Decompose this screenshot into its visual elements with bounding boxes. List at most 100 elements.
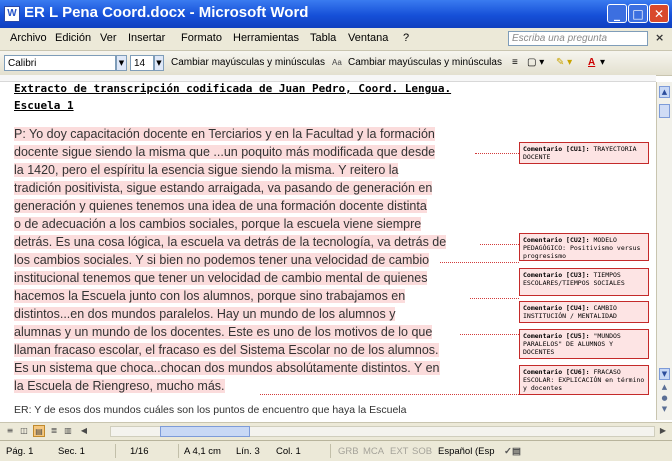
view-bar: ≡ ◫ ▤ ≣ ▥ ◀ ▶: [0, 422, 672, 440]
menu-formato[interactable]: Formato: [181, 32, 222, 44]
comment-leader: [480, 244, 519, 245]
menu-insertar[interactable]: Insertar: [128, 32, 165, 44]
chevron-down-icon[interactable]: ▼: [154, 55, 164, 71]
menu-herramientas[interactable]: Herramientas: [233, 32, 299, 44]
comment-balloon[interactable]: Comentario [CU6]: FRACASO ESCOLAR: EXPLI…: [519, 365, 649, 395]
web-view-icon[interactable]: ◫: [18, 425, 30, 437]
comment-balloon[interactable]: Comentario [CU1]: TRAYECTORIA DOCENTE: [519, 142, 649, 164]
status-position: A 4,1 cm: [184, 446, 221, 457]
status-page: Pág. 1: [6, 446, 34, 457]
status-ext[interactable]: EXT: [390, 446, 408, 457]
status-section: Sec. 1: [58, 446, 85, 457]
menu-tabla[interactable]: Tabla: [310, 32, 336, 44]
status-pages: 1/16: [130, 446, 149, 457]
next-page-icon[interactable]: ▼: [659, 405, 670, 415]
change-case-button-2[interactable]: Cambiar mayúsculas y minúsculas: [348, 57, 502, 68]
status-line: Lín. 3: [236, 446, 260, 457]
minimize-button[interactable]: _: [607, 4, 627, 23]
paragraph-line: llaman fracaso escolar, el fracaso es de…: [14, 343, 439, 357]
comment-label: Comentario [CU5]:: [523, 332, 590, 340]
status-divider: [330, 444, 331, 458]
horizontal-scroll-thumb[interactable]: [160, 426, 250, 437]
comment-label: Comentario [CU6]:: [523, 368, 590, 376]
title-bar: W ER L Pena Coord.docx - Microsoft Word …: [0, 0, 672, 28]
paragraph-line: alumnas y un mundo de los docentes. Este…: [14, 325, 433, 339]
comment-leader: [475, 153, 519, 154]
previous-page-icon[interactable]: ▲: [659, 383, 670, 393]
window-title: ER L Pena Coord.docx - Microsoft Word: [24, 4, 309, 21]
paragraph-line: los cambios sociales. Y si bien no podem…: [14, 253, 430, 267]
change-case-button[interactable]: Cambiar mayúsculas y minúsculas: [171, 57, 325, 68]
font-color-icon[interactable]: A: [588, 57, 595, 68]
paragraph-line: docente sigue siendo la misma que ...un …: [14, 145, 436, 159]
paragraph-line: tradición positivista, sigue estando arr…: [14, 181, 433, 195]
formatting-toolbar: Calibri ▼ 14 ▼ Cambiar mayúsculas y minú…: [0, 51, 672, 76]
normal-view-icon[interactable]: ≡: [4, 425, 16, 437]
border-icon[interactable]: ▢ ▾: [527, 57, 544, 68]
comment-leader: [460, 334, 519, 335]
scroll-left-icon[interactable]: ◀: [78, 425, 90, 437]
status-language[interactable]: Español (Esp: [438, 446, 495, 457]
comment-label: Comentario [CU2]:: [523, 236, 590, 244]
status-sob[interactable]: SOB: [412, 446, 432, 457]
maximize-button[interactable]: □: [628, 4, 648, 23]
status-divider: [115, 444, 116, 458]
comment-balloon[interactable]: Comentario [CU4]: CAMBIO INSTITUCIÓN / M…: [519, 301, 649, 323]
menu-archivo[interactable]: Archivo: [10, 32, 47, 44]
comment-label: Comentario [CU4]:: [523, 304, 590, 312]
ruler: [0, 75, 656, 82]
comment-balloon[interactable]: Comentario [CU2]: MODELO PEDAGÓGICO: Pos…: [519, 233, 649, 261]
status-divider: [178, 444, 179, 458]
chevron-down-icon[interactable]: ▼: [116, 55, 127, 71]
scroll-thumb[interactable]: [659, 104, 670, 118]
comment-leader: [470, 298, 519, 299]
font-name-select[interactable]: Calibri: [4, 55, 116, 71]
comment-leader: [440, 262, 519, 263]
word-document-icon[interactable]: W: [4, 6, 20, 22]
close-button[interactable]: ✕: [649, 4, 669, 23]
browse-object-icon[interactable]: ●: [659, 394, 670, 404]
paragraph-line: institucional tenemos que tener un veloc…: [14, 271, 428, 285]
comment-label: Comentario [CU1]:: [523, 145, 590, 153]
status-grb[interactable]: GRB: [338, 446, 359, 457]
spelling-check-icon[interactable]: ✓▤: [504, 446, 521, 457]
comment-balloon[interactable]: Comentario [CU3]: TIEMPOS ESCOLARES/TIEM…: [519, 268, 649, 296]
comment-balloon[interactable]: Comentario [CU5]: "MUNDOS PARALELOS" DE …: [519, 329, 649, 359]
close-icon: ✕: [653, 7, 665, 21]
paragraph-line: la Escuela de Riengreso, mucho más.: [14, 379, 225, 393]
change-case-icon[interactable]: Aa: [332, 58, 342, 67]
document-heading: Extracto de transcripción codificada de …: [14, 82, 452, 95]
menu-edicion[interactable]: Edición: [55, 32, 91, 44]
document-close-button[interactable]: ×: [655, 31, 664, 44]
document-subheading: Escuela 1: [14, 99, 74, 112]
font-size-select[interactable]: 14: [130, 55, 154, 71]
menu-help[interactable]: ?: [403, 32, 409, 44]
highlight-icon[interactable]: ✎ ▾: [556, 57, 572, 68]
status-mca[interactable]: MCA: [363, 446, 384, 457]
paragraph-line: P: Yo doy capacitación docente en Tercia…: [14, 127, 435, 141]
menu-ventana[interactable]: Ventana: [348, 32, 388, 44]
paragraph-line: generación y quienes tenemos una idea de…: [14, 199, 427, 213]
document-page[interactable]: Extracto de transcripción codificada de …: [0, 82, 656, 422]
reading-view-icon[interactable]: ▥: [62, 425, 74, 437]
maximize-icon: □: [632, 7, 644, 21]
status-bar: Pág. 1 Sec. 1 1/16 A 4,1 cm Lín. 3 Col. …: [0, 440, 672, 461]
paragraph-line: ER: Y de esos dos mundos cuáles son los …: [14, 404, 407, 416]
paragraph-line: detrás. Es una cosa lógica, la escuela v…: [14, 235, 447, 249]
paragraph-line: hacemos la Escuela junto con los alumnos…: [14, 289, 406, 303]
paragraph-line: Es un sistema que choca..chocan dos mund…: [14, 361, 440, 375]
print-view-icon[interactable]: ▤: [33, 425, 45, 437]
align-justify-icon[interactable]: ≡: [512, 57, 518, 68]
scroll-down-icon[interactable]: ▼: [659, 368, 670, 380]
paragraph-line: o de adecuación a los cambios sociales, …: [14, 217, 422, 231]
scroll-up-icon[interactable]: ▲: [659, 86, 670, 98]
status-column: Col. 1: [276, 446, 301, 457]
menu-ver[interactable]: Ver: [100, 32, 117, 44]
comment-label: Comentario [CU3]:: [523, 271, 590, 279]
help-search-input[interactable]: Escriba una pregunta: [508, 31, 648, 46]
chevron-down-icon[interactable]: ▾: [600, 57, 605, 68]
outline-view-icon[interactable]: ≣: [48, 425, 60, 437]
minimize-icon: _: [614, 7, 620, 21]
paragraph-line: la 1420, pero el espíritu la esencia sig…: [14, 163, 399, 177]
scroll-right-icon[interactable]: ▶: [657, 425, 669, 437]
